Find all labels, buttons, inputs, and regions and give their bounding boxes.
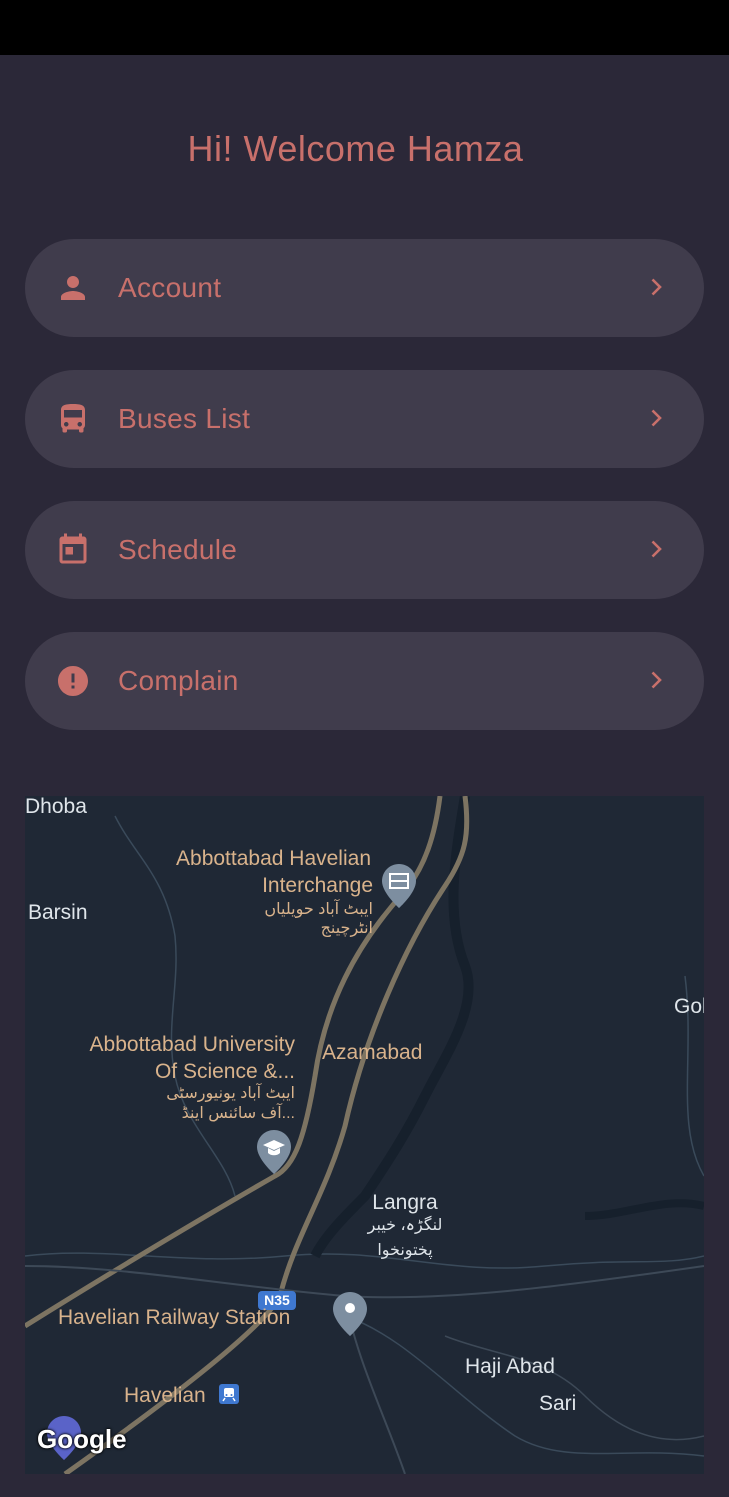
chevron-right-icon xyxy=(644,668,668,692)
map-label: Havelian xyxy=(124,1384,206,1407)
welcome-title: Hi! Welcome Hamza xyxy=(187,128,524,169)
account-label: Account xyxy=(118,272,222,303)
complain-label: Complain xyxy=(118,665,239,696)
chevron-right-icon xyxy=(644,406,668,430)
map-label: Interchange xyxy=(262,874,373,897)
complain-button[interactable]: Complain xyxy=(25,632,704,730)
map-label: Gol xyxy=(674,995,704,1018)
schedule-button[interactable]: Schedule xyxy=(25,501,704,599)
map-label: لنگڑہ، خیبر xyxy=(367,1217,443,1234)
chevron-right-icon xyxy=(644,275,668,299)
map-label: Abbottabad University xyxy=(89,1033,295,1056)
map-label: Sari xyxy=(539,1392,577,1415)
map-label: Langra xyxy=(372,1191,438,1214)
google-logo: Google xyxy=(37,1424,127,1454)
alert-icon xyxy=(55,663,91,699)
map-label: Azamabad xyxy=(322,1041,423,1064)
map-label: آف سائنس اینڈ... xyxy=(181,1105,295,1122)
map-label: Of Science &... xyxy=(154,1060,295,1083)
buses-list-label: Buses List xyxy=(118,403,251,434)
bus-icon xyxy=(55,401,91,437)
map-label: پختونخوا xyxy=(377,1242,433,1259)
account-button[interactable]: Account xyxy=(25,239,704,337)
calendar-icon xyxy=(55,532,91,568)
map-label: Havelian Railway Station xyxy=(58,1306,291,1329)
schedule-label: Schedule xyxy=(118,534,238,565)
map-view[interactable]: Dhoba Barsin Abbottabad Havelian Interch… xyxy=(25,796,704,1474)
status-bar xyxy=(0,0,729,55)
map-label: انٹرچینج xyxy=(320,920,373,937)
map-label: Abbottabad Havelian xyxy=(176,847,371,870)
map-label: Barsin xyxy=(28,901,88,924)
map-label: ایبٹ آباد یونیورسٹی xyxy=(166,1085,295,1102)
buses-list-button[interactable]: Buses List xyxy=(25,370,704,468)
map-label: Dhoba xyxy=(25,796,87,818)
map-label: Haji Abad xyxy=(465,1355,555,1378)
chevron-right-icon xyxy=(644,537,668,561)
map-label: ایبٹ آباد حویلیاں xyxy=(264,901,373,918)
person-icon xyxy=(55,270,91,306)
